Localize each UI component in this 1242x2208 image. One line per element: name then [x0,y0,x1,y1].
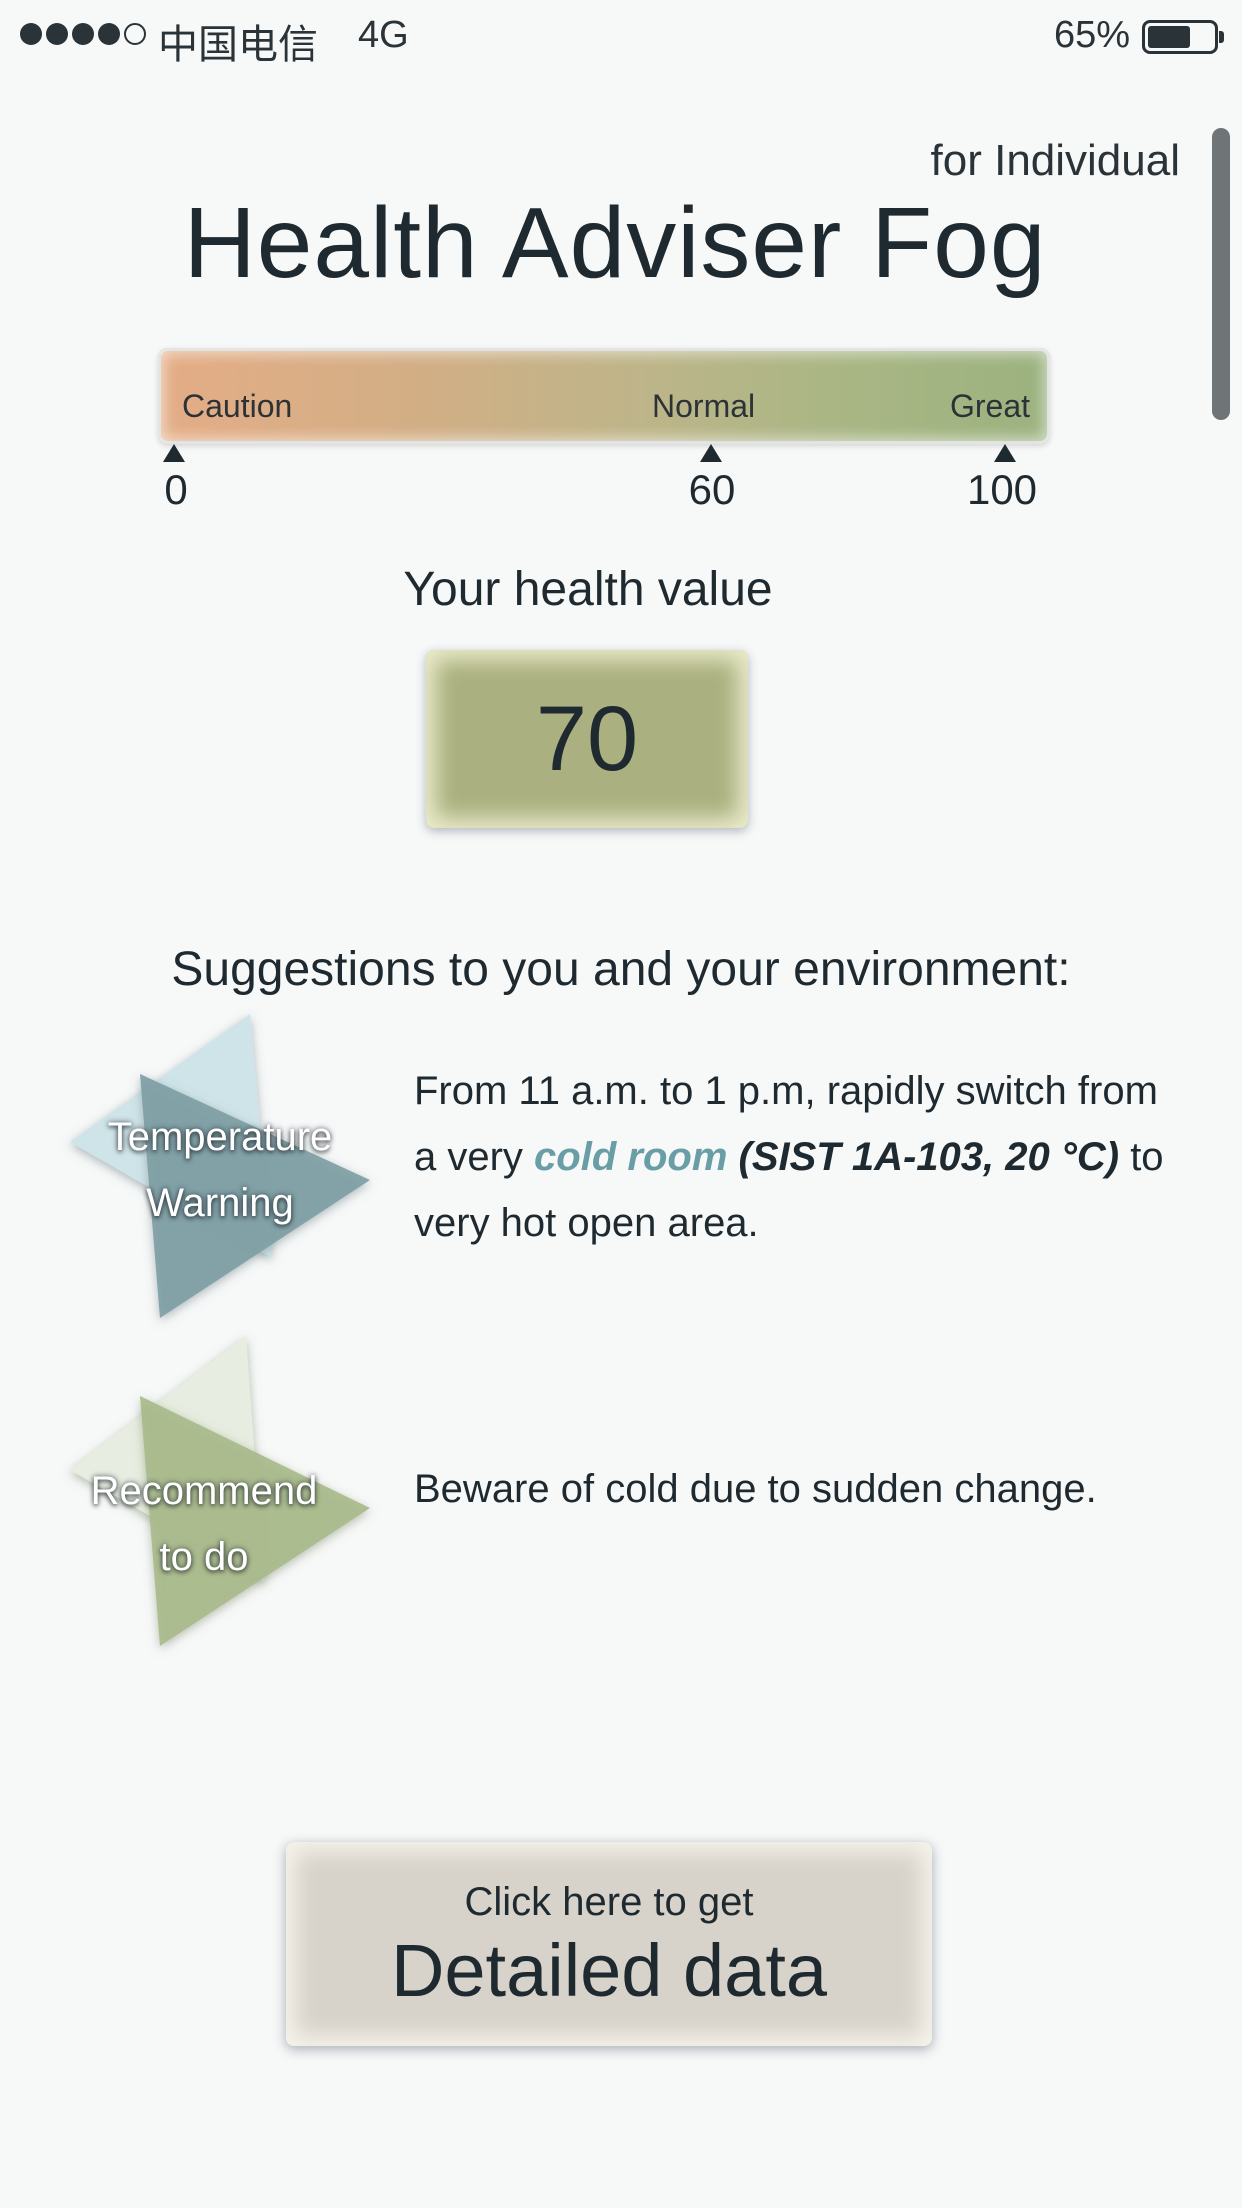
signal-dot [20,23,42,45]
gauge-marker-0 [163,444,185,462]
health-gauge-bar: Caution Normal Great [158,348,1050,444]
temperature-warning-text: From 11 a.m. to 1 p.m, rapidly switch fr… [414,1058,1174,1256]
badge-line-2: to do [159,1535,249,1579]
recommend-text: Beware of cold due to sudden change. [414,1467,1097,1511]
network-type: 4G [358,14,409,56]
signal-dot [72,23,94,45]
badge-line-2: Warning [146,1181,294,1225]
signal-dot [46,23,68,45]
battery-icon [1142,20,1224,54]
recommend-label: Recommend to do [44,1458,364,1590]
page-subtitle: for Individual [930,136,1180,185]
signal-strength-icon [20,23,146,45]
page-title: Health Adviser Fog [183,187,1047,299]
gauge-tick-0: 0 [164,466,188,513]
health-value-box: 70 [426,650,748,828]
status-bar: 中国电信 4G 65% [0,0,1242,72]
badge-line-1: Recommend [90,1469,318,1513]
temperature-warning-icon: Temperature Warning [60,1000,380,1320]
gauge-tick-60: 60 [688,466,736,513]
suggestions-heading: Suggestions to you and your environment: [171,943,1071,996]
battery-percentage: 65% [1053,14,1130,56]
gauge-marker-60 [700,444,722,462]
recommend-icon: Recommend to do [60,1330,380,1650]
temperature-warning-label: Temperature Warning [60,1104,380,1236]
gauge-label-normal: Normal [652,388,756,424]
cold-room-highlight: cold room [534,1135,728,1179]
battery-nub [1219,31,1224,43]
carrier-name: 中国电信 [158,22,318,68]
detailed-data-button-caption: Click here to get [464,1880,754,1924]
signal-dot [124,23,146,45]
gauge-marker-100 [994,444,1016,462]
signal-dot [98,23,120,45]
location-highlight: (SIST 1A-103, 20 °C) [727,1135,1120,1179]
battery-fill [1148,26,1190,48]
gauge-tick-100: 100 [966,466,1038,513]
gauge-label-caution: Caution [182,388,293,424]
badge-line-1: Temperature [107,1115,333,1159]
health-value-label: Your health value [403,563,773,616]
detailed-data-button-label: Detailed data [390,1929,828,2012]
detailed-data-button[interactable]: Click here to get Detailed data [286,1842,932,2046]
gauge-label-great: Great [949,388,1030,424]
